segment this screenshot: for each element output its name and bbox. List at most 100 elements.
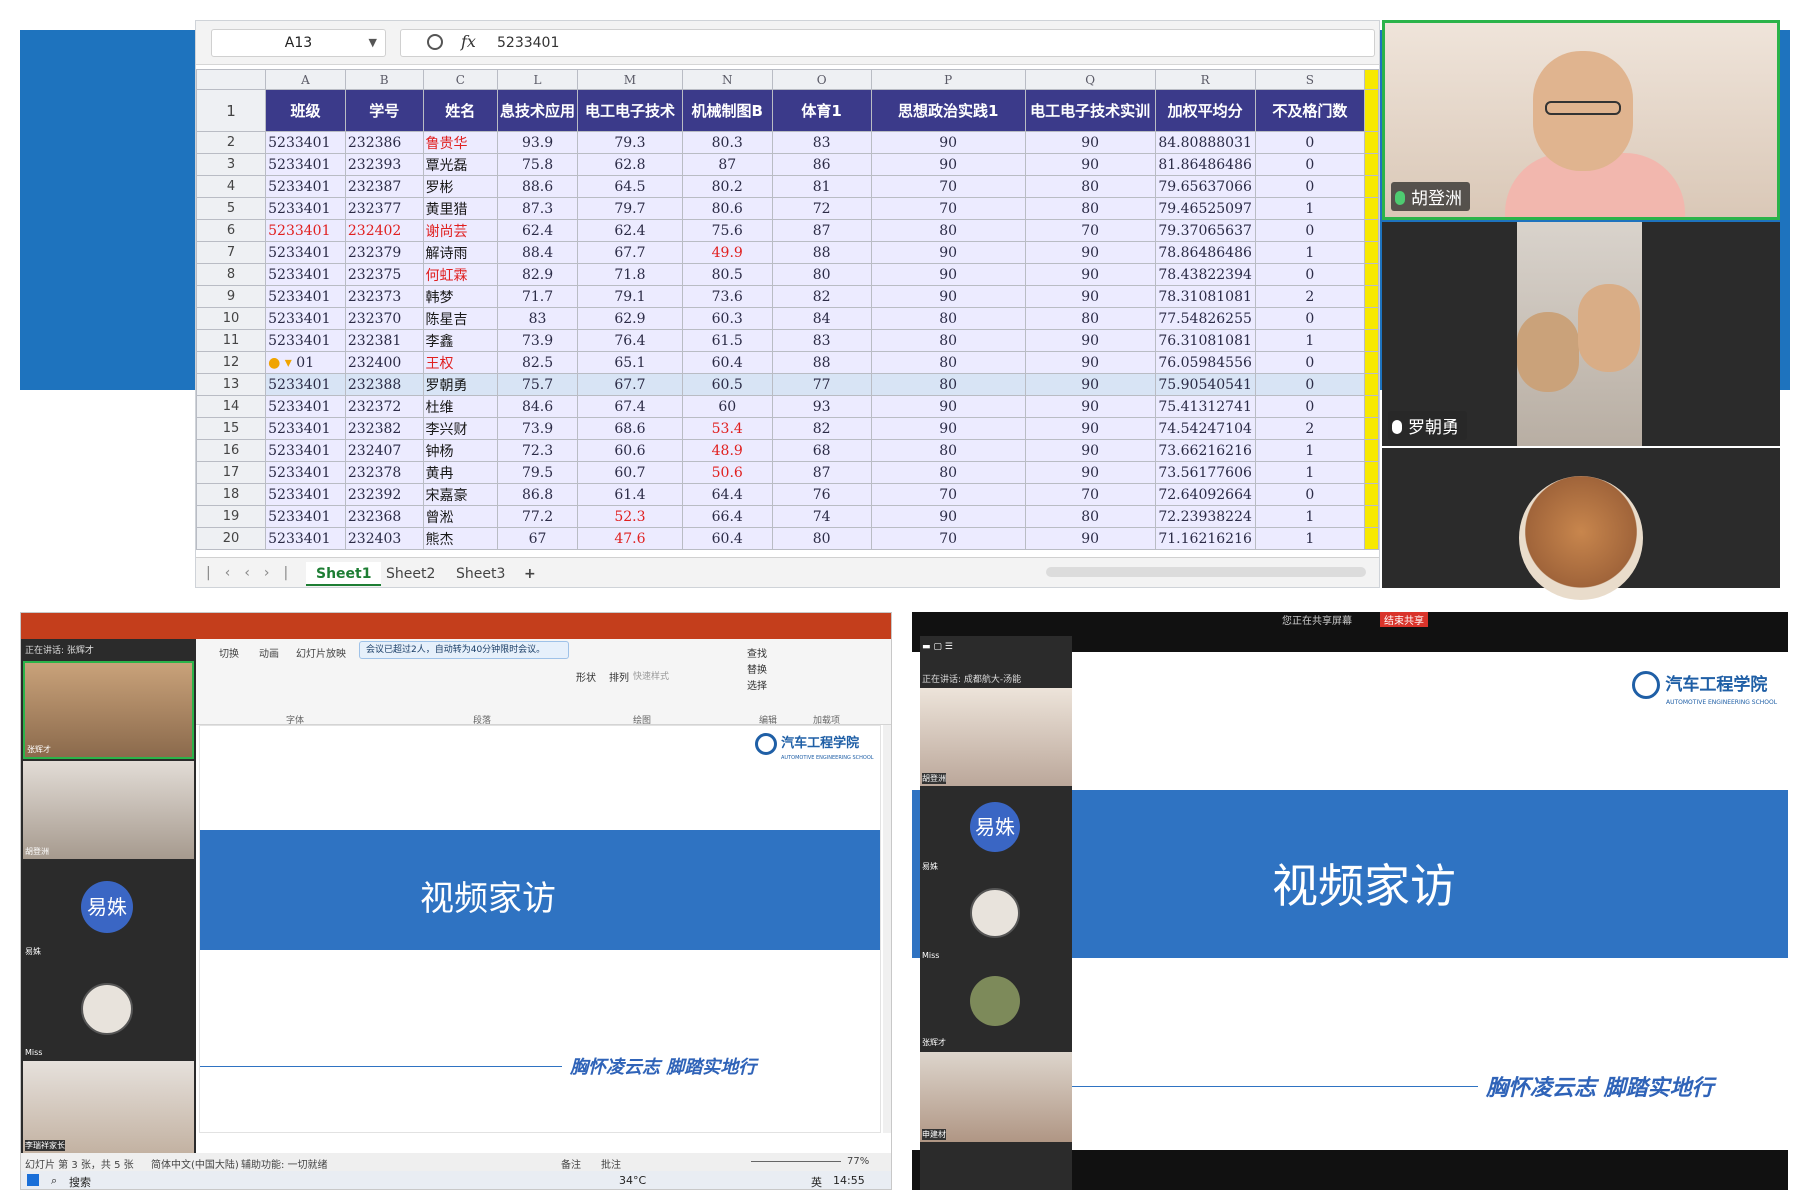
table-cell[interactable]: 5233401: [265, 395, 346, 418]
table-cell[interactable]: 60.4: [681, 351, 773, 374]
table-cell[interactable]: 88: [771, 241, 872, 264]
table-cell[interactable]: 74.54247104: [1154, 417, 1256, 440]
formula-input[interactable]: fx 5233401: [400, 29, 1375, 57]
table-row[interactable]: 5 5233401 232377 黄里猎 87.3 79.7 80.6 72 70 80 79.46…: [196, 197, 1379, 220]
table-cell[interactable]: 77: [771, 373, 872, 396]
table-cell[interactable]: 68.6: [577, 417, 683, 440]
table-cell[interactable]: 72.64092664: [1154, 483, 1256, 506]
row-number[interactable]: 18: [196, 483, 267, 506]
column-header-N[interactable]: N: [681, 69, 773, 90]
row-number[interactable]: 10: [196, 307, 267, 330]
table-cell[interactable]: 232388: [344, 373, 424, 396]
chevron-down-icon[interactable]: ▼: [369, 30, 377, 56]
column-header-S[interactable]: S: [1254, 69, 1366, 90]
table-cell[interactable]: 83: [771, 329, 872, 352]
table-cell[interactable]: 熊杰: [422, 527, 499, 550]
table-row[interactable]: 3 5233401 232393 覃光磊 75.8 62.8 87 86 90 90 81.8648…: [196, 153, 1379, 176]
table-cell[interactable]: 70: [870, 175, 1026, 198]
table-cell[interactable]: 90: [1024, 351, 1156, 374]
column-header-C[interactable]: C: [422, 69, 499, 90]
table-cell[interactable]: 0: [1254, 373, 1366, 396]
table-cell[interactable]: 60: [681, 395, 773, 418]
table-cell[interactable]: 90: [1024, 285, 1156, 308]
table-cell[interactable]: 0: [1254, 351, 1366, 374]
stop-share-button[interactable]: 结束共享: [1380, 612, 1428, 627]
table-row[interactable]: 2 5233401 232386 鲁贵华 93.9 79.3 80.3 83 90 90 84.80…: [196, 131, 1379, 154]
table-cell[interactable]: 79.37065637: [1154, 219, 1256, 242]
table-cell[interactable]: 罗彬: [422, 175, 499, 198]
table-cell[interactable]: 5233401: [265, 131, 346, 154]
table-cell[interactable]: 覃光磊: [422, 153, 499, 176]
table-cell[interactable]: 82: [771, 417, 872, 440]
table-cell[interactable]: 86: [771, 153, 872, 176]
table-cell[interactable]: 232378: [344, 461, 424, 484]
table-cell[interactable]: 80: [870, 461, 1026, 484]
table-cell[interactable]: 90: [870, 131, 1026, 154]
table-row[interactable]: 7 5233401 232379 解诗雨 88.4 67.7 49.9 88 90 90 78.86…: [196, 241, 1379, 264]
table-cell[interactable]: 1: [1254, 241, 1366, 264]
table-cell[interactable]: 5233401: [265, 219, 346, 242]
table-row[interactable]: 13 5233401 232388 罗朝勇 75.7 67.7 60.5 77 80 90 75.9…: [196, 373, 1379, 396]
table-cell[interactable]: 71.8: [577, 263, 683, 286]
table-cell[interactable]: 88: [771, 351, 872, 374]
video-tile-avatar[interactable]: [1382, 448, 1780, 600]
table-cell[interactable]: ● ▾ 01: [265, 351, 346, 374]
video-tile[interactable]: 易姝 易姝: [920, 788, 1072, 874]
table-row[interactable]: 11 5233401 232381 李鑫 73.9 76.4 61.5 83 80 90 76.31…: [196, 329, 1379, 352]
table-cell[interactable]: 5233401: [265, 505, 346, 528]
table-cell[interactable]: 90: [870, 263, 1026, 286]
table-cell[interactable]: 60.5: [681, 373, 773, 396]
table-cell[interactable]: 5233401: [265, 329, 346, 352]
table-row[interactable]: 19 5233401 232368 曾淞 77.2 52.3 66.4 74 90 80 72.23…: [196, 505, 1379, 528]
table-cell[interactable]: 0: [1254, 131, 1366, 154]
add-sheet-button[interactable]: +: [514, 562, 546, 586]
table-cell[interactable]: 90: [870, 241, 1026, 264]
row-number[interactable]: 4: [196, 175, 267, 198]
table-cell[interactable]: 80: [870, 351, 1026, 374]
table-cell[interactable]: 5233401: [265, 307, 346, 330]
table-cell[interactable]: 钟杨: [422, 439, 499, 462]
row-number[interactable]: 11: [196, 329, 267, 352]
table-cell[interactable]: 宋嘉豪: [422, 483, 499, 506]
row-number[interactable]: 13: [196, 373, 267, 396]
table-cell[interactable]: 0: [1254, 263, 1366, 286]
zoom-icon[interactable]: [427, 34, 443, 50]
table-cell[interactable]: 232402: [344, 219, 424, 242]
taskbar-search[interactable]: 搜索: [69, 1174, 91, 1189]
table-cell[interactable]: 79.1: [577, 285, 683, 308]
table-row[interactable]: 18 5233401 232392 宋嘉豪 86.8 61.4 64.4 76 70 70 72.6…: [196, 483, 1379, 506]
row-number[interactable]: 5: [196, 197, 267, 220]
table-row[interactable]: 12 ● ▾ 01 232400 王权 82.5 65.1 60.4 88 80 90 76.059…: [196, 351, 1379, 374]
table-cell[interactable]: 90: [1024, 131, 1156, 154]
table-cell[interactable]: 47.6: [577, 527, 683, 550]
row-number[interactable]: 3: [196, 153, 267, 176]
table-header-cell[interactable]: 体育1: [771, 89, 872, 132]
sheet-nav-arrows-icon[interactable]: |‹‹›|: [206, 565, 302, 581]
video-tile-parent[interactable]: 罗朝勇: [1382, 222, 1780, 446]
table-cell[interactable]: 84: [771, 307, 872, 330]
table-cell[interactable]: 74: [771, 505, 872, 528]
table-cell[interactable]: 72: [771, 197, 872, 220]
table-cell[interactable]: 90: [870, 395, 1026, 418]
select-button[interactable]: 选择: [747, 677, 767, 692]
ribbon-tab[interactable]: 切换: [219, 645, 239, 660]
table-cell[interactable]: 鲁贵华: [422, 131, 499, 154]
table-cell[interactable]: 2: [1254, 417, 1366, 440]
zoom-level[interactable]: 77%: [847, 1156, 869, 1167]
table-cell[interactable]: 80.2: [681, 175, 773, 198]
table-cell[interactable]: 60.4: [681, 527, 773, 550]
table-cell[interactable]: 77.54826255: [1154, 307, 1256, 330]
table-cell[interactable]: 82.9: [497, 263, 579, 286]
table-cell[interactable]: 1: [1254, 329, 1366, 352]
ribbon-tab[interactable]: 幻灯片放映: [296, 645, 346, 660]
table-cell[interactable]: 5233401: [265, 483, 346, 506]
table-cell[interactable]: 李鑫: [422, 329, 499, 352]
table-cell[interactable]: 70: [1024, 219, 1156, 242]
table-cell[interactable]: 232382: [344, 417, 424, 440]
table-cell[interactable]: 80: [870, 329, 1026, 352]
table-cell[interactable]: 80: [870, 219, 1026, 242]
table-cell[interactable]: 0: [1254, 153, 1366, 176]
table-cell[interactable]: 73.9: [497, 329, 579, 352]
table-cell[interactable]: 72.23938224: [1154, 505, 1256, 528]
table-cell[interactable]: 90: [1024, 241, 1156, 264]
